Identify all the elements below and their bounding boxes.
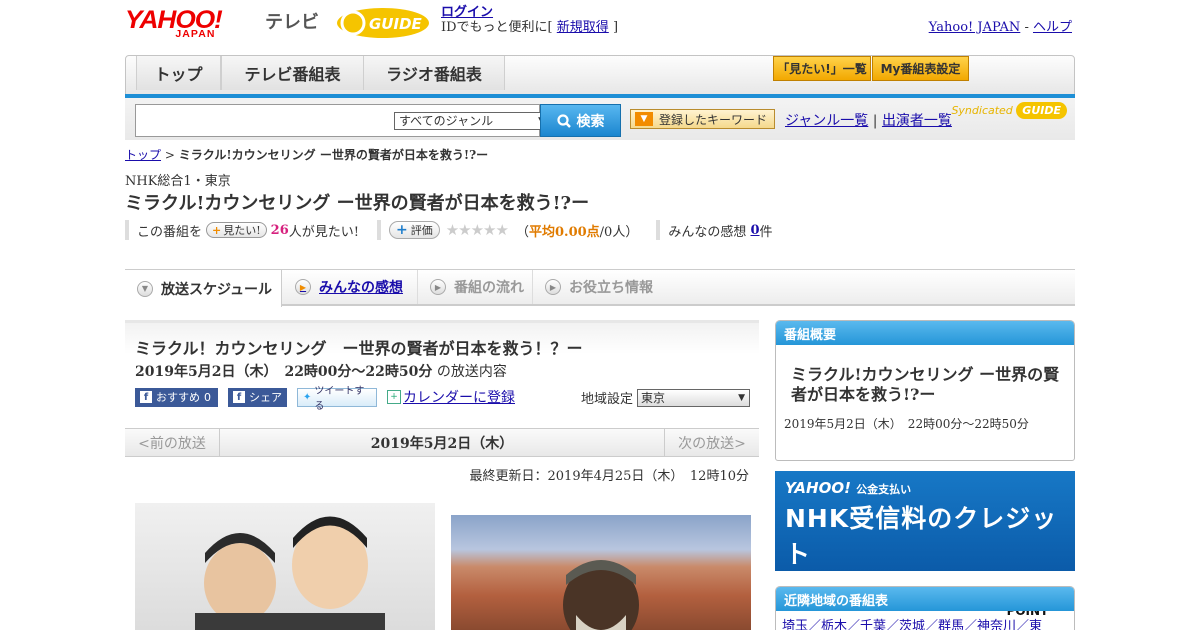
play-icon: ▶ <box>295 279 311 295</box>
social-buttons: f おすすめ 0 f シェア ✦ ツイートする + カレンダーに登録 <box>135 386 515 412</box>
plus-icon: + <box>395 222 408 238</box>
site-header: YAHOO! JAPAN テレビ GUIDE ログイン IDでもっと便利に[ 新規… <box>125 0 1075 55</box>
overview-title: ミラクル!カウンセリング ー世界の賢者が日本を救う!?ー <box>791 365 1060 404</box>
header-links: Yahoo! JAPAN - ヘルプ <box>928 20 1072 35</box>
tv-label: テレビ <box>265 12 319 33</box>
facebook-icon: f <box>233 391 245 403</box>
search-icon <box>556 113 571 128</box>
rate-button[interactable]: + 評価 <box>388 221 440 239</box>
broadcast-header: ミラクル！カウンセリング ー世界の賢者が日本を救う！？ー 2019年5月2日（木… <box>125 320 759 426</box>
svg-text:GUIDE: GUIDE <box>369 15 423 33</box>
facebook-icon: f <box>140 391 152 403</box>
login-link[interactable]: ログイン <box>441 5 493 20</box>
program-subtabs: ▼ 放送スケジュール ▶ みんなの感想 ▶ 番組の流れ ▶ お役立ち情報 <box>125 269 1075 307</box>
broadcast-title: ミラクル！カウンセリング ー世界の賢者が日本を救う！？ー <box>135 339 583 358</box>
impressions-count-link[interactable]: 0 <box>750 223 759 238</box>
broadcast-pager: <前の放送 2019年5月2日（木） 次の放送> <box>125 428 759 457</box>
facebook-share-button[interactable]: f シェア <box>228 387 287 407</box>
want-list-button[interactable]: 「見たい!」一覧 <box>773 56 871 81</box>
program-photo-hosts <box>135 503 435 630</box>
overview-datetime: 2019年5月2日（木） 22時00分～22時50分 <box>784 417 1029 431</box>
page-title: ミラクル!カウンセリング ー世界の賢者が日本を救う!?ー <box>125 193 590 214</box>
program-overview-box: 番組概要 ミラクル!カウンセリング ー世界の賢者が日本を救う!?ー 2019年5… <box>775 320 1075 461</box>
genre-list-link[interactable]: ジャンル一覧 <box>785 113 868 129</box>
nav-tab-top[interactable]: トップ <box>136 56 221 90</box>
triangle-down-icon: ▼ <box>635 112 653 126</box>
yahoo-japan-link[interactable]: Yahoo! JAPAN <box>929 20 1021 35</box>
program-stats: この番組を + 見たい! 26 人が見たい! + 評価 ★★★★★ （平均 0.00点… <box>125 220 791 240</box>
rating-stars: ★★★★★ <box>445 221 509 239</box>
gguide-logo[interactable]: GUIDE <box>335 6 431 40</box>
last-updated: 最終更新日：2019年4月25日（木） 12時10分 <box>469 469 749 484</box>
cast-list-link[interactable]: 出演者一覧 <box>882 113 952 129</box>
search-button[interactable]: 検索 <box>540 104 621 137</box>
broadcast-detail: ミラクル！カウンセリング ー世界の賢者が日本を救う！？ー 2019年5月2日（木… <box>125 320 759 630</box>
impressions-section: みんなの感想 0件 <box>656 220 773 240</box>
program-photo-sage <box>451 515 751 630</box>
broadcast-datetime: 2019年5月2日（木） 22時00分～22時50分 <box>135 364 433 380</box>
facebook-recommend-button[interactable]: f おすすめ 0 <box>135 387 218 407</box>
want-button[interactable]: + 見たい! <box>206 222 267 238</box>
average-score: 0.00点 <box>555 224 600 240</box>
prev-broadcast-link[interactable]: <前の放送 <box>125 429 220 456</box>
next-broadcast-link[interactable]: 次の放送> <box>664 429 759 456</box>
chevron-down-icon: ▼ <box>738 392 746 403</box>
current-broadcast-date: 2019年5月2日（木） <box>370 435 514 452</box>
region-select[interactable]: 東京 ▼ <box>637 388 751 407</box>
nav-tab-radio-schedule[interactable]: ラジオ番組表 <box>363 56 505 90</box>
play-icon: ▶ <box>545 279 561 295</box>
search-bar: すべてのジャンル▼ 検索 ▼登録したキーワード ジャンル一覧 | 出演者一覧 S… <box>125 98 1075 140</box>
login-area: ログイン IDでもっと便利に[ 新規取得 ] <box>441 5 619 35</box>
help-link[interactable]: ヘルプ <box>1033 20 1072 35</box>
want-count: 26 <box>270 222 289 238</box>
overview-heading: 番組概要 <box>776 321 1074 345</box>
chevron-down-icon: ▼ <box>137 280 153 297</box>
calendar-icon: + <box>387 390 401 404</box>
nearby-heading: 近隣地域の番組表 <box>776 587 1074 611</box>
search-input[interactable]: すべてのジャンル▼ <box>135 104 549 137</box>
genre-select[interactable]: すべてのジャンル▼ <box>394 112 549 130</box>
tweet-button[interactable]: ✦ ツイートする <box>297 386 377 412</box>
my-schedule-settings-button[interactable]: My番組表設定 <box>872 56 969 81</box>
breadcrumb-top-link[interactable]: トップ <box>125 148 161 162</box>
tab-useful-info[interactable]: ▶ お役立ち情報 <box>532 270 666 304</box>
tab-impressions[interactable]: ▶ みんなの感想 <box>283 270 416 304</box>
global-nav: トップ テレビ番組表 ラジオ番組表 「見たい!」一覧 My番組表設定 <box>125 55 1075 99</box>
nhk-fee-ad-banner[interactable]: YAHOO! 公金支払い NHK受信料のクレジット カード払い開始！T-POIN… <box>775 471 1075 630</box>
tab-program-flow[interactable]: ▶ 番組の流れ <box>417 270 531 304</box>
search-links: ジャンル一覧 | 出演者一覧 <box>785 113 952 129</box>
twitter-bird-icon: ✦ <box>303 391 312 403</box>
region-setting: 地域設定 東京 ▼ <box>581 388 751 407</box>
sidebar: 番組概要 ミラクル!カウンセリング ー世界の賢者が日本を救う!?ー 2019年5… <box>775 320 1075 630</box>
want-section: この番組を + 見たい! 26 人が見たい! <box>125 220 359 240</box>
plus-icon: + <box>212 223 222 237</box>
play-icon: ▶ <box>430 279 446 295</box>
breadcrumb-current: ミラクル!カウンセリング ー世界の賢者が日本を救う!?ー <box>178 148 489 162</box>
nearby-region-box: 近隣地域の番組表 埼玉／栃木／千葉／茨城／群馬／神奈川／東 <box>775 586 1075 630</box>
nearby-region-links[interactable]: 埼玉／栃木／千葉／茨城／群馬／神奈川／東 <box>782 619 1042 630</box>
add-to-calendar[interactable]: + カレンダーに登録 <box>387 387 515 407</box>
signup-link[interactable]: 新規取得 <box>557 20 609 35</box>
rating-section: + 評価 ★★★★★ （平均 0.00点/0人） <box>376 220 638 240</box>
tab-broadcast-schedule[interactable]: ▼ 放送スケジュール <box>125 270 282 307</box>
yahoo-japan-logo[interactable]: YAHOO! JAPAN <box>125 6 223 40</box>
station-label: NHK総合1・東京 <box>125 174 231 189</box>
nav-tab-tv-schedule[interactable]: テレビ番組表 <box>221 56 364 90</box>
breadcrumb: トップ > ミラクル!カウンセリング ー世界の賢者が日本を救う!?ー <box>125 148 489 162</box>
syndicated-gguide-logo: Syndicated GUIDE <box>951 102 1067 119</box>
registered-keywords-button[interactable]: ▼ 登録したキーワード <box>630 109 775 129</box>
